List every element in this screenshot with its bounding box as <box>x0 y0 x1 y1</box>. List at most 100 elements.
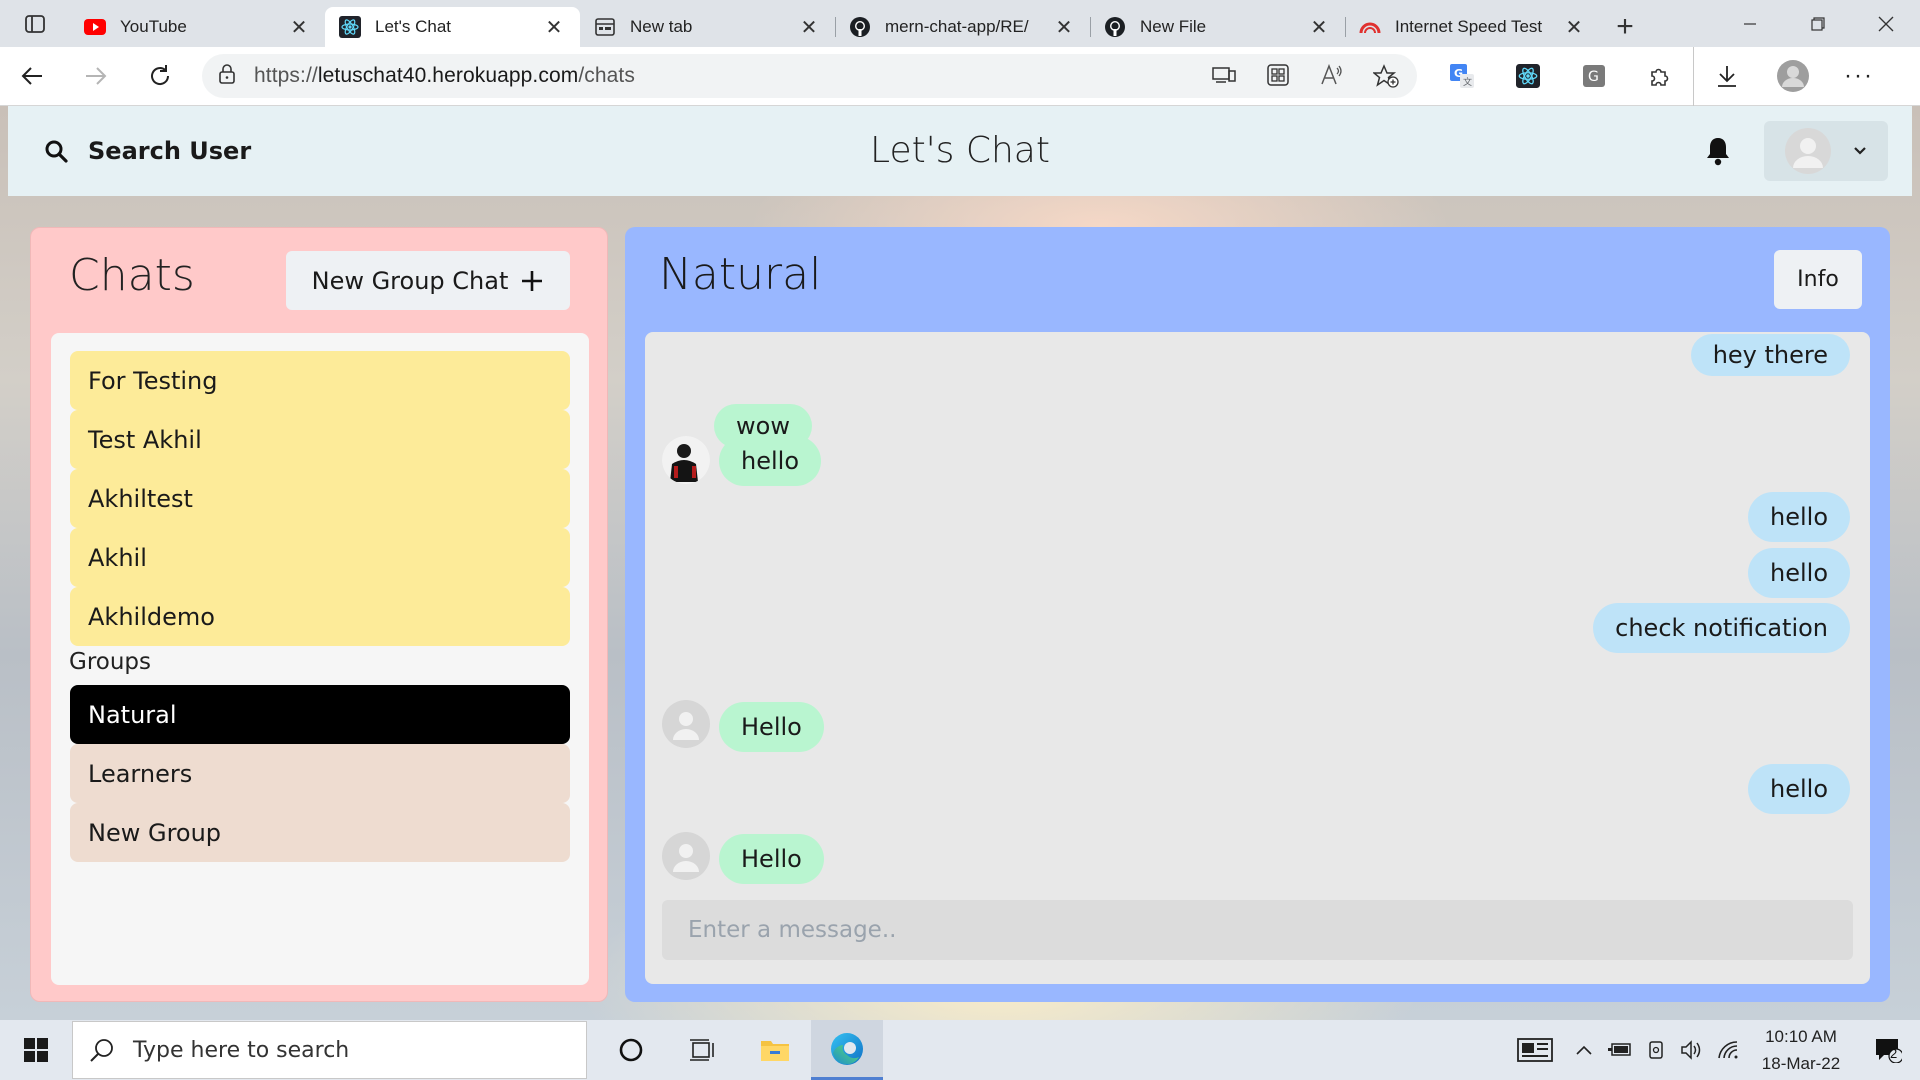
svg-text:文: 文 <box>1463 76 1472 88</box>
message-bubble-sent: check notification <box>1593 603 1850 653</box>
translate-extension-button[interactable]: G文 <box>1429 47 1495 106</box>
bell-icon <box>1707 138 1729 166</box>
chat-item[interactable]: Test Akhil <box>70 410 570 469</box>
task-view-icon <box>690 1039 714 1061</box>
url-text: https://letuschat40.herokuapp.com/chats <box>254 64 635 88</box>
close-tab-icon[interactable]: ✕ <box>797 15 821 40</box>
extensions-button[interactable] <box>1627 47 1693 106</box>
task-view-button[interactable] <box>667 1020 739 1080</box>
browser-tab-strip: YouTube ✕ Let's Chat ✕ New tab ✕ mern-ch… <box>0 0 1920 47</box>
refresh-icon <box>151 65 170 85</box>
message-bubble-received: Hello <box>719 702 824 752</box>
new-group-chat-label: New Group Chat <box>311 266 509 295</box>
profile-menu-button[interactable] <box>1764 121 1888 181</box>
forward-button[interactable] <box>64 47 128 106</box>
speedometer-icon <box>1359 16 1381 38</box>
tab-actions-button[interactable] <box>0 0 70 47</box>
apps-grid-icon[interactable] <box>1263 64 1293 88</box>
restore-button[interactable] <box>1784 0 1852 47</box>
cortana-button[interactable] <box>595 1020 667 1080</box>
grammar-extension-button[interactable]: G <box>1561 47 1627 106</box>
app-available-icon[interactable] <box>1209 64 1239 88</box>
settings-more-button[interactable]: ··· <box>1826 47 1892 106</box>
news-icon <box>1517 1038 1553 1062</box>
close-tab-icon[interactable]: ✕ <box>287 15 311 40</box>
close-tab-icon[interactable]: ✕ <box>1562 15 1586 40</box>
g-extension-icon: G <box>1583 65 1605 87</box>
browser-tab[interactable]: New tab ✕ <box>580 7 835 47</box>
close-window-button[interactable] <box>1852 0 1920 47</box>
puzzle-icon <box>1651 68 1669 86</box>
sender-avatar[interactable] <box>662 700 710 748</box>
back-button[interactable] <box>0 47 64 106</box>
tab-title: YouTube <box>120 17 187 36</box>
downloads-button[interactable] <box>1694 47 1760 106</box>
message-input[interactable] <box>662 900 1853 960</box>
youtube-icon <box>84 16 106 38</box>
default-avatar-icon <box>673 844 699 872</box>
chat-item[interactable]: Akhildemo <box>70 587 570 646</box>
show-hidden-icons-button[interactable] <box>1566 1020 1602 1080</box>
folder-icon <box>761 1041 789 1061</box>
address-bar[interactable]: https://letuschat40.herokuapp.com/chats <box>202 54 1417 98</box>
group-item[interactable]: New Group <box>70 803 570 862</box>
file-explorer-button[interactable] <box>739 1020 811 1080</box>
sender-avatar[interactable] <box>662 832 710 880</box>
browser-tab-active[interactable]: Let's Chat ✕ <box>325 7 580 47</box>
react-devtools-button[interactable] <box>1495 47 1561 106</box>
search-user-label: Search User <box>88 137 252 165</box>
tablet-mode-button[interactable] <box>1638 1020 1674 1080</box>
lock-icon[interactable] <box>218 63 236 90</box>
search-user-button[interactable]: Search User <box>8 121 281 181</box>
new-group-chat-button[interactable]: New Group Chat <box>286 251 570 310</box>
profile-avatar-icon <box>1777 60 1809 92</box>
browser-tab[interactable]: mern-chat-app/RE/ ✕ <box>835 7 1090 47</box>
minimize-button[interactable] <box>1716 0 1784 47</box>
conversation-title: Natural <box>659 249 822 300</box>
taskbar-search-box[interactable]: Type here to search <box>72 1021 587 1079</box>
volume-button[interactable] <box>1674 1020 1710 1080</box>
react-icon <box>339 16 361 38</box>
taskbar-search-placeholder: Type here to search <box>133 1037 350 1063</box>
battery-button[interactable] <box>1602 1020 1638 1080</box>
message-list: hey there wow hello hello hello check no… <box>645 332 1870 984</box>
info-button[interactable]: Info <box>1774 250 1862 309</box>
window-controls <box>1716 0 1920 47</box>
refresh-button[interactable] <box>128 47 192 106</box>
browser-tab[interactable]: YouTube ✕ <box>70 7 325 47</box>
notifications-button[interactable] <box>1688 136 1748 166</box>
tab-actions-icon <box>25 14 45 33</box>
group-item[interactable]: Learners <box>70 744 570 803</box>
github-icon <box>1104 16 1126 38</box>
profile-button[interactable] <box>1760 47 1826 106</box>
new-tab-button[interactable]: + <box>1600 7 1650 47</box>
group-item-selected[interactable]: Natural <box>70 685 570 744</box>
network-button[interactable] <box>1710 1020 1746 1080</box>
add-favorite-icon[interactable] <box>1371 64 1401 88</box>
news-widget-button[interactable] <box>1504 1020 1566 1080</box>
chat-item[interactable]: For Testing <box>70 351 570 410</box>
edge-taskbar-button[interactable] <box>811 1020 883 1080</box>
close-tab-icon[interactable]: ✕ <box>542 15 566 40</box>
sender-avatar[interactable] <box>662 436 710 484</box>
chat-item[interactable]: Akhiltest <box>70 469 570 528</box>
message-bubble-sent: hey there <box>1690 334 1850 376</box>
chevron-down-icon <box>1854 147 1866 155</box>
speaker-icon <box>1681 1040 1701 1060</box>
browser-tab[interactable]: New File ✕ <box>1090 7 1345 47</box>
message-bubble-sent: hello <box>1748 764 1850 814</box>
battery-plug-icon <box>1608 1043 1631 1056</box>
close-tab-icon[interactable]: ✕ <box>1052 15 1076 40</box>
system-tray: 10:10 AM 18-Mar-22 2 <box>1504 1020 1920 1080</box>
read-aloud-icon[interactable] <box>1317 64 1347 88</box>
tab-title: New File <box>1140 17 1207 36</box>
browser-tab[interactable]: Internet Speed Test ✕ <box>1345 7 1600 47</box>
default-avatar-icon <box>673 712 699 740</box>
action-center-button[interactable]: 2 <box>1856 1020 1920 1080</box>
chat-item[interactable]: Akhil <box>70 528 570 587</box>
taskbar-clock[interactable]: 10:10 AM 18-Mar-22 <box>1746 1020 1856 1080</box>
search-icon <box>89 1037 115 1063</box>
close-tab-icon[interactable]: ✕ <box>1307 15 1331 40</box>
start-button[interactable] <box>0 1020 72 1080</box>
message-bubble-received: Hello <box>719 834 824 884</box>
